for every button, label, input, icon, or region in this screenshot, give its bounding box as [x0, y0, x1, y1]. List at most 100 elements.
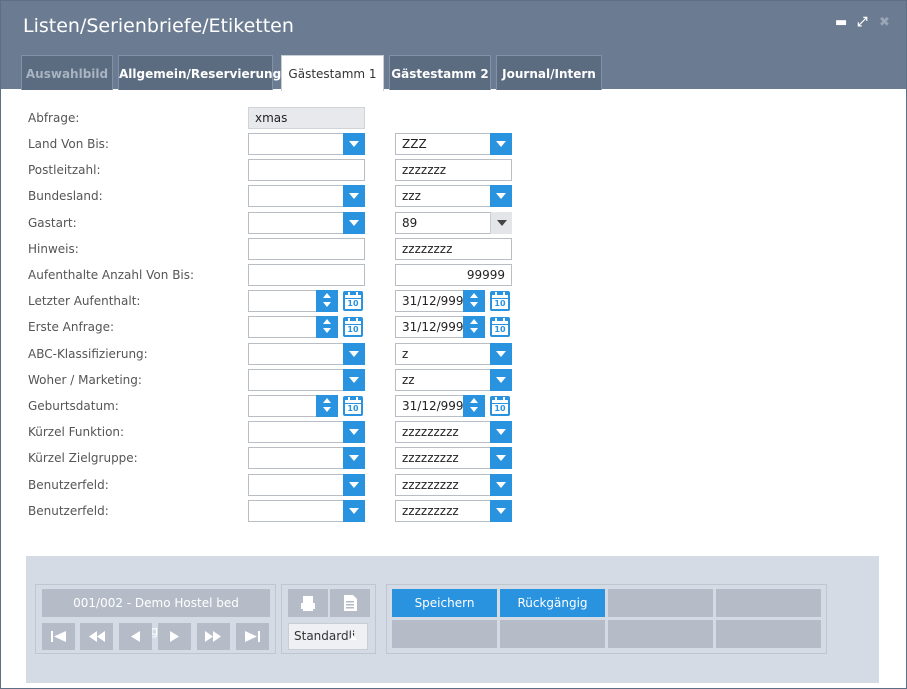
from-number-field[interactable] [248, 264, 365, 286]
filter-label: Gastart: [28, 216, 77, 230]
calendar-icon[interactable]: 10 [490, 396, 510, 416]
chevron-down-icon[interactable] [343, 343, 365, 365]
save-button[interactable]: Speichern [392, 589, 497, 617]
spinner-arrows-icon[interactable] [463, 316, 485, 338]
next-page-icon[interactable] [197, 623, 230, 650]
chevron-down-icon[interactable] [343, 185, 365, 207]
from-dropdown-field[interactable] [248, 185, 365, 207]
from-dropdown-field[interactable] [248, 133, 365, 155]
filter-label: Erste Anfrage: [28, 320, 115, 334]
chevron-down-icon[interactable] [490, 185, 512, 207]
filter-label: Woher / Marketing: [28, 373, 142, 387]
chevron-down-icon[interactable] [490, 133, 512, 155]
tab-gaestestamm-2[interactable]: Gästestamm 2 [389, 55, 491, 90]
to-value: z [402, 347, 409, 361]
chevron-down-icon[interactable] [490, 421, 512, 443]
spinner-arrows-icon[interactable] [316, 316, 338, 338]
from-dropdown-field[interactable] [248, 474, 365, 496]
to-dropdown-field[interactable]: zzzzzzzzz [395, 421, 512, 443]
to-dropdown-field[interactable]: zzzzzzzzz [395, 500, 512, 522]
empty-action-slot [608, 620, 713, 648]
chevron-up-icon[interactable] [349, 635, 357, 640]
from-date-field[interactable] [248, 290, 338, 312]
tab-journal-intern[interactable]: Journal/Intern [496, 55, 602, 90]
chevron-down-icon[interactable] [490, 369, 512, 391]
filter-label: Kürzel Funktion: [28, 425, 125, 439]
chevron-down-icon[interactable] [490, 474, 512, 496]
chevron-down-icon[interactable] [343, 500, 365, 522]
chevron-down-icon[interactable] [343, 369, 365, 391]
record-label: 001/002 - Demo Hostel bed categories [42, 589, 270, 638]
to-date-field[interactable]: 31/12/999 [395, 290, 485, 312]
to-dropdown-field[interactable]: zzzzzzzzz [395, 474, 512, 496]
from-date-field[interactable] [248, 395, 338, 417]
window-title: Listen/Serienbriefe/Etiketten [23, 15, 294, 37]
to-text-field[interactable]: zzzzzzz [395, 159, 512, 181]
spinner-arrows-icon[interactable] [463, 290, 485, 312]
tab-gaestestamm-1[interactable]: Gästestamm 1 [281, 55, 384, 91]
calendar-icon[interactable]: 10 [343, 396, 363, 416]
calendar-icon[interactable]: 10 [490, 317, 510, 337]
spinner-arrows-icon[interactable] [463, 395, 485, 417]
from-dropdown-field[interactable] [248, 500, 365, 522]
calendar-day: 10 [345, 404, 361, 414]
tab-allgemein-reservierung[interactable]: Allgemein/Reservierung [118, 55, 281, 90]
document-icon[interactable] [330, 589, 370, 617]
to-text-field[interactable]: zzzzzzzz [395, 238, 512, 260]
abfrage-label: Abfrage: [28, 111, 80, 125]
from-dropdown-field[interactable] [248, 421, 365, 443]
last-record-icon[interactable] [236, 623, 269, 650]
to-dropdown-field[interactable]: ZZZ [395, 133, 512, 155]
next-record-icon[interactable] [158, 623, 191, 650]
chevron-down-icon[interactable] [343, 447, 365, 469]
previous-page-icon[interactable] [80, 623, 113, 650]
to-value: ZZZ [402, 137, 427, 151]
from-dropdown-field[interactable] [248, 212, 365, 234]
chevron-down-icon[interactable] [490, 343, 512, 365]
chevron-down-icon[interactable] [343, 474, 365, 496]
chevron-down-icon[interactable] [343, 421, 365, 443]
to-value: zzzzzzzzz [402, 451, 459, 465]
to-number-field[interactable]: 99999 [395, 264, 512, 286]
to-value: 89 [402, 216, 418, 230]
to-value: 99999 [466, 268, 505, 282]
chevron-down-icon[interactable] [490, 500, 512, 522]
from-dropdown-field[interactable] [248, 343, 365, 365]
tab-auswahlbild[interactable]: Auswahlbild [21, 55, 113, 90]
to-value: zzzzzzzz [402, 242, 453, 256]
empty-action-slot [716, 589, 821, 617]
to-dropdown-field[interactable]: zz [395, 369, 512, 391]
close-icon[interactable]: ✖ [879, 15, 890, 30]
printer-icon[interactable] [288, 589, 328, 617]
from-text-field[interactable] [248, 159, 365, 181]
chevron-down-icon[interactable] [490, 447, 512, 469]
from-text-field[interactable] [248, 238, 365, 260]
to-dropdown-field[interactable]: zzzzzzzzz [395, 447, 512, 469]
previous-record-icon[interactable] [119, 623, 152, 650]
minimize-icon[interactable]: ▬ [835, 15, 847, 30]
undo-button[interactable]: Rückgängig [500, 589, 605, 617]
calendar-day: 10 [492, 299, 508, 309]
chevron-down-icon[interactable] [343, 212, 365, 234]
to-dropdown-field[interactable]: zzz [395, 185, 512, 207]
spinner-arrows-icon[interactable] [316, 290, 338, 312]
first-record-icon[interactable] [42, 623, 75, 650]
to-date-field[interactable]: 31/12/999 [395, 395, 485, 417]
from-date-field[interactable] [248, 316, 338, 338]
spinner-arrows-icon[interactable] [316, 395, 338, 417]
to-dropdown-field[interactable]: z [395, 343, 512, 365]
to-date-field[interactable]: 31/12/999 [395, 316, 485, 338]
calendar-icon[interactable]: 10 [343, 291, 363, 311]
calendar-icon[interactable]: 10 [343, 317, 363, 337]
calendar-icon[interactable]: 10 [490, 291, 510, 311]
to-value: zzzzzzzzz [402, 425, 459, 439]
to-dropdown-field[interactable]: 89 [395, 212, 512, 234]
from-dropdown-field[interactable] [248, 369, 365, 391]
chevron-down-icon[interactable] [490, 212, 512, 234]
maximize-icon[interactable]: ⤢ [857, 15, 867, 30]
to-value: zzzzzzzzz [402, 504, 459, 518]
calendar-day: 10 [345, 325, 361, 335]
chevron-down-icon[interactable] [343, 133, 365, 155]
from-dropdown-field[interactable] [248, 447, 365, 469]
calendar-day: 10 [492, 404, 508, 414]
